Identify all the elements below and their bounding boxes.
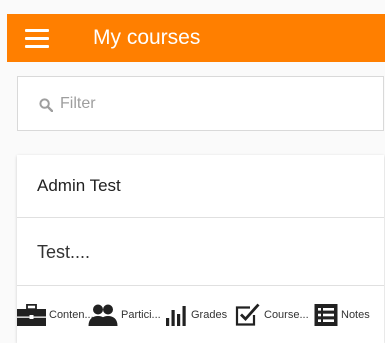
list-icon <box>314 304 338 326</box>
page-title: My courses <box>93 26 201 49</box>
menu-button[interactable] <box>25 26 49 50</box>
hamburger-menu-icon-bar <box>25 44 49 48</box>
people-icon <box>88 304 118 326</box>
course-card: Admin Test Test.... Conten... Partici... <box>17 155 384 343</box>
search-icon <box>39 98 53 112</box>
tab-course-completion[interactable]: Course... <box>235 301 309 329</box>
checkbox-icon <box>235 303 260 326</box>
tab-label: Notes <box>341 309 370 321</box>
status-strip <box>0 0 385 14</box>
tab-grades[interactable]: Grades <box>164 301 227 329</box>
course-tab-bar: Conten... Partici... Grades Course... No… <box>17 287 384 343</box>
hamburger-menu-icon-bar <box>25 36 49 40</box>
course-summary: Test.... <box>17 219 384 286</box>
tab-notes[interactable]: Notes <box>314 301 370 329</box>
tab-label: Course... <box>264 309 309 321</box>
filter-input[interactable] <box>60 89 360 119</box>
filter-box[interactable] <box>17 76 384 131</box>
course-name[interactable]: Admin Test <box>17 155 384 218</box>
tab-label: Conten... <box>49 309 94 321</box>
tab-label: Grades <box>191 309 228 321</box>
bar-chart-icon <box>166 306 186 326</box>
tab-label: Partici... <box>121 309 161 321</box>
app-bar: My courses <box>7 14 385 62</box>
tab-contents[interactable]: Conten... <box>17 301 94 329</box>
briefcase-icon <box>17 304 46 326</box>
hamburger-menu-icon <box>25 28 49 32</box>
tab-participants[interactable]: Partici... <box>88 301 161 329</box>
